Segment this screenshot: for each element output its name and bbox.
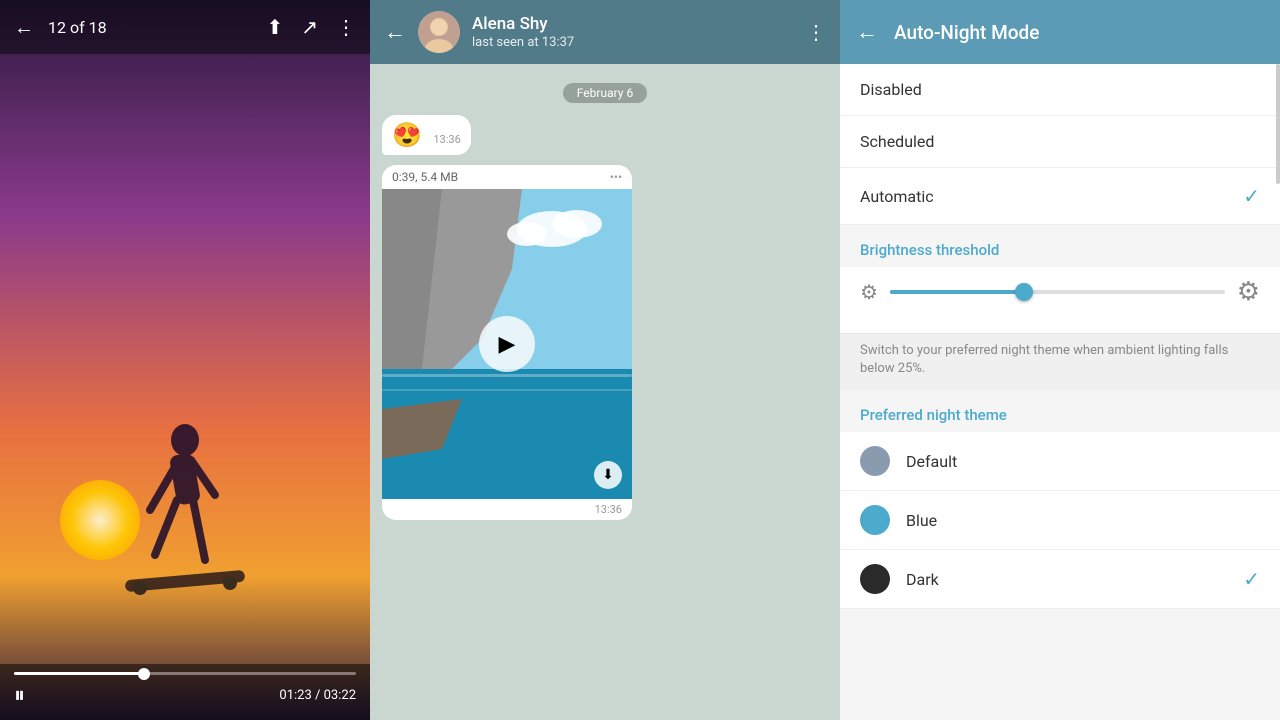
chat-name: Alena Shy: [472, 14, 794, 34]
theme-dot-blue: [860, 505, 890, 535]
chat-body: February 6 😍 13:36 0:39, 5.4 MB •••: [370, 64, 840, 720]
option-scheduled-label: Scheduled: [860, 132, 1260, 151]
video-counter: 12 of 18: [48, 18, 107, 37]
video-bubble-footer: 13:36: [382, 499, 632, 520]
brightness-low-icon: ⚙: [860, 280, 878, 304]
video-icons: ⬆ ↗ ⋮: [266, 17, 356, 37]
more-icon[interactable]: ⋮: [336, 17, 356, 37]
option-automatic[interactable]: Automatic ✓: [840, 168, 1280, 225]
settings-body: Disabled Scheduled Automatic ✓ Brightnes…: [840, 64, 1280, 720]
video-panel: ← 12 of 18 ⬆ ↗ ⋮: [0, 0, 370, 720]
video-time: 01:23 / 03:22: [279, 688, 356, 703]
avatar-image: [418, 11, 460, 53]
download-button[interactable]: ⬇: [594, 461, 622, 489]
option-disabled-label: Disabled: [860, 80, 1260, 99]
theme-dot-default: [860, 446, 890, 476]
play-button[interactable]: ▶: [479, 316, 535, 372]
brightness-slider-row: ⚙ ⚙: [860, 267, 1260, 317]
video-controls: ⏸ 01:23 / 03:22: [0, 664, 370, 720]
video-bubble-dots[interactable]: •••: [610, 170, 622, 184]
theme-label-blue: Blue: [906, 511, 1260, 530]
skater-figure: [105, 400, 265, 620]
brightness-slider[interactable]: [890, 290, 1225, 294]
option-disabled[interactable]: Disabled: [840, 64, 1280, 116]
video-controls-row: ⏸ 01:23 / 03:22: [14, 683, 356, 708]
brightness-section: ⚙ ⚙: [840, 267, 1280, 333]
video-bubble-header: 0:39, 5.4 MB •••: [382, 165, 632, 189]
option-automatic-label: Automatic: [860, 187, 1243, 206]
chat-more-button[interactable]: ⋮: [806, 20, 826, 44]
theme-option-default[interactable]: Default: [840, 432, 1280, 491]
brightness-slider-fill: [890, 290, 1024, 294]
list-item: 0:39, 5.4 MB •••: [382, 165, 828, 520]
video-content: [0, 54, 370, 720]
settings-header: ← Auto-Night Mode: [840, 0, 1280, 64]
brightness-slider-thumb: [1015, 283, 1033, 301]
emoji-content: 😍: [392, 121, 422, 149]
back-icon[interactable]: ←: [14, 17, 34, 37]
chat-status: last seen at 13:37: [472, 35, 794, 50]
forward-icon[interactable]: ↗: [301, 17, 318, 37]
video-meta: 0:39, 5.4 MB: [392, 170, 458, 184]
video-progress-bar[interactable]: [14, 672, 356, 675]
theme-dot-dark: [860, 564, 890, 594]
theme-label-dark: Dark: [906, 570, 1227, 589]
chat-panel: ← Alena Shy last seen at 13:37 ⋮ Februar…: [370, 0, 840, 720]
avatar: [418, 11, 460, 53]
pause-button[interactable]: ⏸: [14, 683, 25, 708]
video-header: ← 12 of 18 ⬆ ↗ ⋮: [0, 0, 370, 54]
theme-label-default: Default: [906, 452, 1260, 471]
brightness-hint: Switch to your preferred night theme whe…: [840, 333, 1280, 390]
settings-title: Auto-Night Mode: [894, 21, 1039, 44]
list-item: 😍 13:36: [382, 115, 828, 155]
preferred-theme-label: Preferred night theme: [840, 390, 1280, 432]
video-thumbnail: ▶ ⬇: [382, 189, 632, 499]
chat-back-button[interactable]: ←: [384, 19, 406, 45]
video-header-left: ← 12 of 18: [14, 17, 252, 37]
automatic-checkmark: ✓: [1243, 184, 1260, 208]
share-box-icon[interactable]: ⬆: [266, 17, 283, 37]
video-progress-thumb: [138, 668, 150, 680]
chat-date-badge: February 6: [563, 82, 647, 101]
chat-video-bubble[interactable]: 0:39, 5.4 MB •••: [382, 165, 632, 520]
video-progress-fill: [14, 672, 144, 675]
brightness-high-icon: ⚙: [1237, 277, 1260, 307]
option-scheduled[interactable]: Scheduled: [840, 116, 1280, 168]
chat-bubble-emoji: 😍 13:36: [382, 115, 471, 155]
message-time: 13:36: [433, 133, 460, 146]
scrollbar[interactable]: [1276, 64, 1280, 184]
video-message-time: 13:36: [595, 503, 622, 516]
chat-header: ← Alena Shy last seen at 13:37 ⋮: [370, 0, 840, 64]
chat-header-info: Alena Shy last seen at 13:37: [472, 14, 794, 49]
settings-back-button[interactable]: ←: [856, 19, 878, 45]
theme-option-blue[interactable]: Blue: [840, 491, 1280, 550]
settings-panel: ← Auto-Night Mode Disabled Scheduled Aut…: [840, 0, 1280, 720]
theme-option-dark[interactable]: Dark ✓: [840, 550, 1280, 609]
brightness-section-label: Brightness threshold: [840, 225, 1280, 267]
dark-theme-checkmark: ✓: [1243, 567, 1260, 591]
